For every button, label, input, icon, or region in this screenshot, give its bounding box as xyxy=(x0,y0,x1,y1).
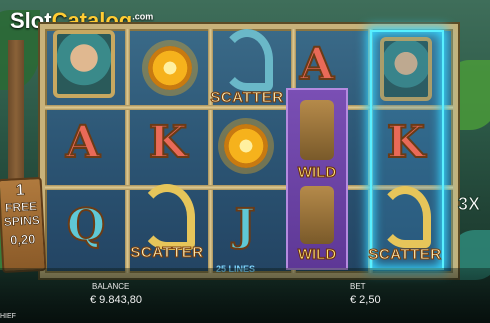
game-name-fragment: HIEF xyxy=(0,313,16,320)
footer-bar: BALANCE € 9.843,80 BET € 2,50 HIEF xyxy=(0,268,490,323)
wild-reel: WILD WILD xyxy=(286,88,348,270)
tiki-mask-icon xyxy=(300,186,334,244)
watermark-domain: .com xyxy=(132,11,154,22)
symbol-sun xyxy=(210,112,282,180)
wild-label: WILD xyxy=(297,164,337,182)
multiplier-indicator: 3X xyxy=(457,194,481,215)
wild-label: WILD xyxy=(297,246,337,264)
bet-label: BET xyxy=(350,282,366,291)
symbol-j: J xyxy=(234,199,257,252)
symbol-sun xyxy=(134,32,206,104)
scatter-label: SCATTER xyxy=(130,244,204,262)
tiki-mask-icon xyxy=(300,100,334,160)
symbol-k: K xyxy=(148,116,188,169)
symbol-scatter: SCATTER xyxy=(368,183,442,265)
symbol-k: K xyxy=(386,116,426,169)
free-spins-count: 1 xyxy=(15,181,26,200)
symbol-scatter: SCATTER xyxy=(206,26,288,108)
scatter-label: SCATTER xyxy=(368,246,442,264)
symbol-a: A xyxy=(299,38,335,91)
scatter-label: SCATTER xyxy=(210,89,284,107)
symbol-portrait xyxy=(52,30,116,98)
free-spins-bet: 0,20 xyxy=(9,231,36,248)
symbol-portrait xyxy=(378,34,434,104)
free-spins-sign: 1 FREE SPINS 0,20 xyxy=(0,176,47,274)
symbol-scatter: SCATTER xyxy=(126,183,208,263)
symbol-q: Q xyxy=(66,199,106,252)
bet-value[interactable]: € 2,50 xyxy=(350,294,381,306)
balance-label: BALANCE xyxy=(92,282,130,291)
free-spins-label: SPINS xyxy=(3,213,41,229)
balance-value: € 9.843,80 xyxy=(90,294,142,306)
symbol-a: A xyxy=(65,116,101,169)
